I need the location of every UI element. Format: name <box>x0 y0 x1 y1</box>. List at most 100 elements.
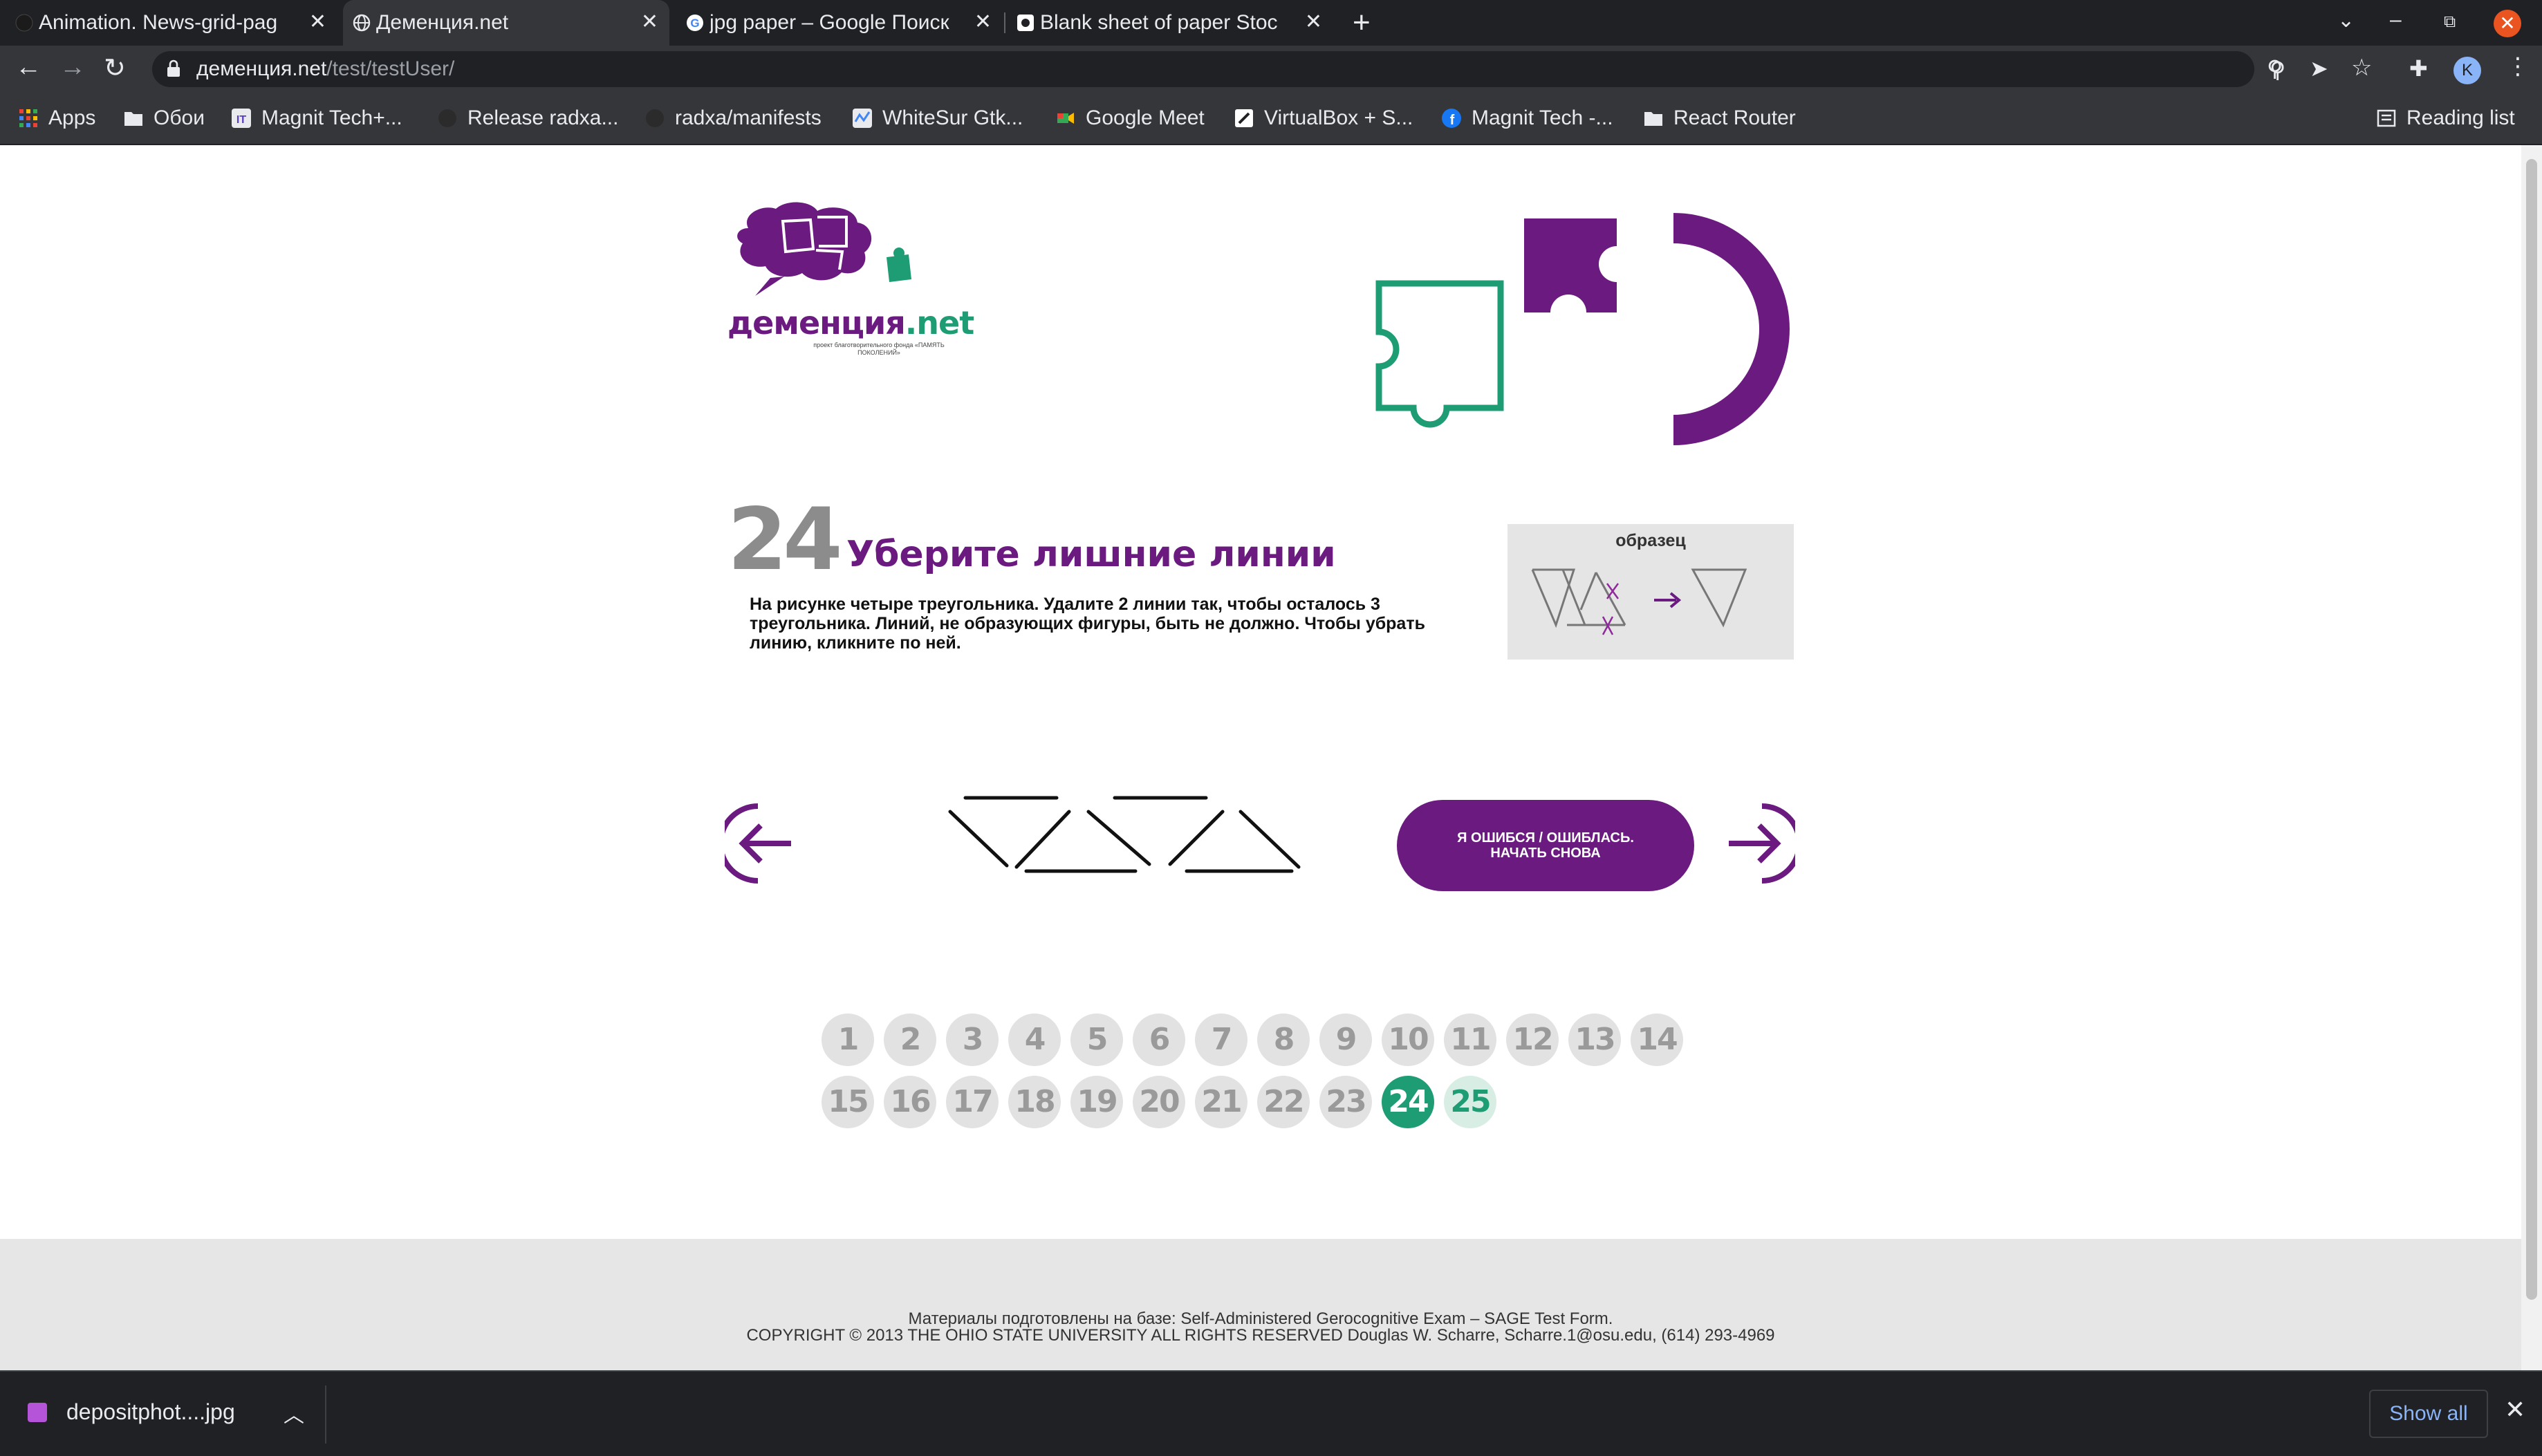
pager-item-16[interactable]: 16 <box>884 1076 936 1128</box>
logo-title: деменция.net <box>727 304 974 342</box>
pager-item-3[interactable]: 3 <box>946 1014 999 1066</box>
bookmark-whitesur[interactable]: WhiteSur Gtk... <box>852 106 1023 130</box>
pager-item-24[interactable]: 24 <box>1382 1076 1434 1128</box>
github-icon <box>646 109 664 127</box>
pager-item-14[interactable]: 14 <box>1631 1014 1683 1066</box>
pager-item-11[interactable]: 11 <box>1444 1014 1496 1066</box>
purple-arc-shape <box>1673 213 1790 445</box>
question-pager: 1 2 3 4 5 6 7 8 9 10 11 12 13 14 15 16 17 18 19 20 21 22 23 24 2… <box>822 1014 1686 1138</box>
tab-google-search[interactable]: G jpg paper – Google Поиск ✕ <box>676 0 1003 46</box>
tab-dementia[interactable]: Деменция.net ✕ <box>343 0 669 46</box>
pager-item-22[interactable]: 22 <box>1257 1076 1310 1128</box>
tab-search-chevron-icon[interactable]: ⌄ <box>2337 8 2355 32</box>
pager-item-25[interactable]: 25 <box>1444 1076 1496 1128</box>
logo-title-net: .net <box>904 304 974 342</box>
pager-item-9[interactable]: 9 <box>1319 1014 1372 1066</box>
download-options-chevron-icon[interactable]: ︿ <box>284 1398 304 1428</box>
puzzle-line[interactable] <box>1014 810 1071 869</box>
zoom-magnifier-icon[interactable]: ⚲ <box>2267 55 2283 82</box>
reading-list-button[interactable]: Reading list <box>2376 106 2515 130</box>
tab-blank-sheet[interactable]: Blank sheet of paper Stoc ✕ <box>1007 0 1333 46</box>
virtualbox-icon <box>1235 109 1253 127</box>
pager-item-10[interactable]: 10 <box>1382 1014 1434 1066</box>
page-scrollbar[interactable] <box>2521 145 2542 1370</box>
new-tab-button[interactable]: + <box>1353 6 1371 40</box>
bookmark-label: Magnit Tech+... <box>261 106 402 129</box>
puzzle-line[interactable] <box>948 810 1009 868</box>
decorative-puzzle-shapes <box>1375 213 1790 445</box>
download-item[interactable]: depositphot....jpg <box>28 1399 235 1425</box>
pager-item-12[interactable]: 12 <box>1506 1014 1559 1066</box>
lock-icon[interactable] <box>166 59 181 77</box>
bookmark-magnit-tech-fb[interactable]: f Magnit Tech -... <box>1441 106 1613 130</box>
bookmark-react-router[interactable]: React Router <box>1643 106 1796 130</box>
pager-item-7[interactable]: 7 <box>1195 1014 1247 1066</box>
puzzle-line[interactable] <box>1086 810 1151 866</box>
bookmark-star-icon[interactable]: ☆ <box>2351 54 2372 82</box>
url-text[interactable]: деменция.net/test/testUser/ <box>196 57 454 81</box>
folder-icon <box>1644 112 1662 126</box>
pager-item-21[interactable]: 21 <box>1195 1076 1247 1128</box>
address-bar[interactable]: деменция.net/test/testUser/ ⚲ <box>152 51 2285 87</box>
pager-item-1[interactable]: 1 <box>822 1014 874 1066</box>
send-icon[interactable]: ➤ <box>2310 55 2328 82</box>
apps-grid-icon <box>19 109 37 127</box>
reload-icon[interactable]: ↻ <box>104 53 126 84</box>
bookmarks-bar: Apps Обои IT Magnit Tech+... Release rad… <box>0 93 2542 145</box>
github-icon <box>15 14 33 32</box>
bookmark-label: Google Meet <box>1086 106 1205 129</box>
pager-item-18[interactable]: 18 <box>1008 1076 1061 1128</box>
pager-item-13[interactable]: 13 <box>1568 1014 1621 1066</box>
bookmark-apps[interactable]: Apps <box>18 106 95 130</box>
pager-item-23[interactable]: 23 <box>1319 1076 1372 1128</box>
pager-item-6[interactable]: 6 <box>1133 1014 1185 1066</box>
pager-item-17[interactable]: 17 <box>946 1076 999 1128</box>
restore-icon[interactable]: ⧉ <box>2444 12 2456 32</box>
tab-close-icon[interactable]: ✕ <box>309 10 326 34</box>
sample-arrow-icon <box>1654 592 1682 608</box>
sample-result-triangle <box>1691 568 1747 628</box>
pager-item-5[interactable]: 5 <box>1070 1014 1123 1066</box>
bookmark-label: Apps <box>48 106 96 129</box>
next-arrow-button[interactable] <box>1726 802 1795 885</box>
tab-close-icon[interactable]: ✕ <box>1305 10 1322 34</box>
extensions-puzzle-icon[interactable]: ✚ <box>2409 55 2428 82</box>
sample-box: образец <box>1507 524 1794 660</box>
pager-item-15[interactable]: 15 <box>822 1076 874 1128</box>
tab-close-icon[interactable]: ✕ <box>974 10 992 34</box>
pager-item-19[interactable]: 19 <box>1070 1076 1123 1128</box>
download-filename: depositphot....jpg <box>66 1399 235 1424</box>
pager-item-8[interactable]: 8 <box>1257 1014 1310 1066</box>
bookmark-virtualbox[interactable]: VirtualBox + S... <box>1234 106 1413 130</box>
tab-animation[interactable]: Animation. News-grid-pag ✕ <box>6 0 337 46</box>
google-icon: G <box>687 15 703 31</box>
forward-arrow-icon[interactable]: → <box>59 53 86 82</box>
question-number: 24 <box>727 490 843 590</box>
puzzle-line[interactable] <box>1168 810 1225 866</box>
back-arrow-icon[interactable]: ← <box>15 53 41 82</box>
profile-avatar[interactable]: K <box>2453 57 2481 84</box>
pager-item-4[interactable]: 4 <box>1008 1014 1061 1066</box>
prev-arrow-button[interactable] <box>725 802 794 885</box>
tab-label: jpg paper – Google Поиск <box>709 11 949 34</box>
bookmark-oboi[interactable]: Обои <box>123 106 205 130</box>
puzzle-line[interactable] <box>1238 810 1301 869</box>
bookmark-magnit-tech[interactable]: IT Magnit Tech+... <box>231 106 402 130</box>
menu-kebab-icon[interactable]: ⋮ <box>2506 53 2530 80</box>
minimize-icon[interactable]: – <box>2390 8 2402 32</box>
scrollbar-thumb[interactable] <box>2526 159 2537 1300</box>
bookmark-release-radxa[interactable]: Release radxa... <box>437 106 618 130</box>
pager-item-2[interactable]: 2 <box>884 1014 936 1066</box>
restart-button[interactable]: Я ОШИБСЯ / ОШИБЛАСЬ. НАЧАТЬ СНОВА <box>1397 800 1694 891</box>
svg-text:G: G <box>690 17 699 30</box>
question-instructions: На рисунке четыре треугольника. Удалите … <box>750 595 1425 653</box>
tab-close-icon[interactable]: ✕ <box>641 10 658 34</box>
window-close-button[interactable]: ✕ <box>2494 10 2521 37</box>
close-downloads-icon[interactable]: ✕ <box>2505 1395 2525 1424</box>
bookmark-label: VirtualBox + S... <box>1264 106 1413 129</box>
tab-strip: Animation. News-grid-pag ✕ Деменция.net … <box>0 0 2542 46</box>
bookmark-radxa-manifests[interactable]: radxa/manifests <box>644 106 822 130</box>
bookmark-google-meet[interactable]: Google Meet <box>1055 106 1205 130</box>
pager-item-20[interactable]: 20 <box>1133 1076 1185 1128</box>
show-all-downloads-button[interactable]: Show all <box>2369 1390 2488 1438</box>
